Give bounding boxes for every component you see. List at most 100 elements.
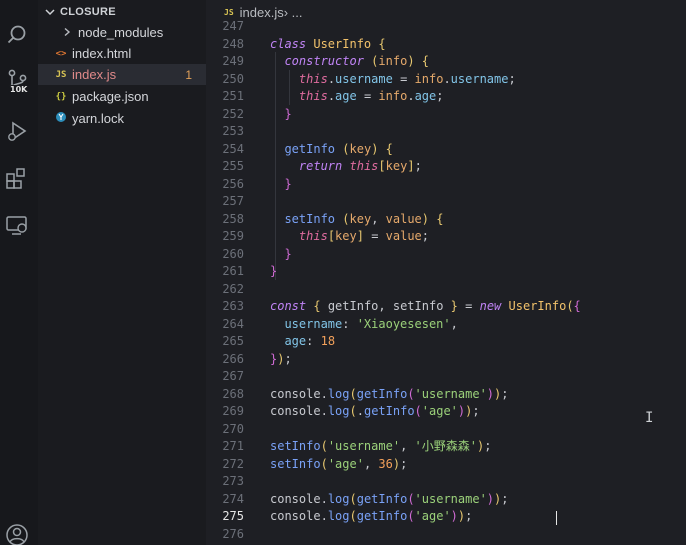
mouse-ibeam-cursor: I: [645, 410, 654, 426]
code-line[interactable]: 261}: [206, 263, 686, 281]
json-file-icon: {}: [55, 91, 67, 102]
code-line[interactable]: 265 age: 18: [206, 333, 686, 351]
line-text: console.log(getInfo('username'));: [270, 491, 509, 506]
yarn-icon: [54, 111, 68, 126]
code-editor[interactable]: JS index.js › ... 247 248 class UserInfo {…: [206, 0, 686, 545]
line-text: setInfo (key, value) {: [284, 211, 444, 226]
tree-item-yarn-lock[interactable]: yarn.lock: [38, 108, 206, 129]
tree-item-label: package.json: [72, 89, 149, 104]
line-number: 273: [222, 474, 244, 488]
line-number: 268: [222, 386, 244, 401]
vscode-window: 10K CLOSURE node_modules <> index.html J…: [0, 0, 686, 545]
html-file-icon: <>: [55, 48, 67, 59]
text-cursor: [556, 511, 557, 525]
line-number: 257: [222, 194, 244, 208]
code-line[interactable]: 275 console.log(getInfo('age'));: [206, 508, 686, 526]
line-number: 252: [222, 106, 244, 121]
line-text: this.age = info.age;: [298, 89, 444, 103]
code-line[interactable]: 276: [206, 526, 686, 544]
line-number: 274: [222, 491, 244, 506]
explorer-sidebar: CLOSURE node_modules <> index.html JS in…: [38, 0, 206, 545]
line-number: 265: [222, 334, 244, 348]
chevron-right-icon: [60, 26, 74, 40]
line-number: 254: [222, 141, 244, 156]
line-text: }: [284, 106, 292, 121]
line-text: }: [270, 264, 278, 278]
line-text: });: [270, 351, 292, 366]
line-number: 264: [222, 316, 244, 331]
line-text: const { getInfo, setInfo } = new UserInf…: [270, 299, 581, 313]
code-line[interactable]: 260 }: [206, 246, 686, 264]
code-line[interactable]: 255 return this[key];: [206, 158, 686, 176]
line-text: this.username = info.username;: [298, 71, 516, 86]
explorer-section-title: CLOSURE: [60, 6, 116, 18]
code-line[interactable]: 263 const { getInfo, setInfo } = new User…: [206, 298, 686, 316]
tree-item-index-html[interactable]: <> index.html: [38, 43, 206, 64]
code-line[interactable]: 256 }: [206, 176, 686, 194]
line-number: 267: [222, 369, 244, 383]
code-line[interactable]: 271 setInfo('username', '小野森森');: [206, 438, 686, 456]
explorer-section-header[interactable]: CLOSURE: [44, 4, 116, 20]
line-number: 255: [222, 159, 244, 173]
line-text: setInfo('age', 36);: [270, 456, 408, 471]
problem-count-badge: 1: [185, 67, 192, 82]
line-text: }: [284, 176, 292, 191]
line-text: console.log(.getInfo('age'));: [270, 404, 480, 418]
code-line[interactable]: 252 }: [206, 106, 686, 124]
code-line[interactable]: 248 class UserInfo {: [206, 36, 686, 54]
line-text: getInfo (key) {: [284, 141, 393, 156]
tree-item-node-modules[interactable]: node_modules: [38, 22, 206, 43]
code-line[interactable]: 251 this.age = info.age;: [206, 88, 686, 106]
code-line[interactable]: 250 this.username = info.username;: [206, 71, 686, 89]
line-number: 275: [222, 509, 244, 523]
code-line[interactable]: 247: [206, 18, 686, 36]
line-number: 247: [222, 19, 244, 33]
line-text: this[key] = value;: [298, 229, 430, 243]
code-line[interactable]: 266});: [206, 351, 686, 369]
code-lines[interactable]: 247 248 class UserInfo { 249 constructor (i…: [206, 18, 686, 543]
code-line[interactable]: 268 console.log(getInfo('username'));: [206, 386, 686, 404]
line-number: 256: [222, 176, 244, 191]
code-line[interactable]: 262: [206, 281, 686, 299]
code-line[interactable]: 258 setInfo (key, value) {: [206, 211, 686, 229]
account-icon[interactable]: [4, 522, 30, 545]
js-file-icon: JS: [55, 69, 67, 80]
line-number: 251: [222, 89, 244, 103]
line-number: 249: [222, 54, 244, 68]
line-number: 271: [222, 439, 244, 453]
line-text: class UserInfo {: [270, 36, 386, 51]
line-text: age: 18: [284, 334, 336, 348]
code-line[interactable]: 269 console.log(.getInfo('age'));: [206, 403, 686, 421]
tree-item-package-json[interactable]: {} package.json: [38, 86, 206, 107]
code-line[interactable]: 272 setInfo('age', 36);: [206, 456, 686, 474]
line-text: username: 'Xiaoyesesen',: [284, 316, 458, 331]
code-line[interactable]: 270: [206, 421, 686, 439]
line-number: 276: [222, 526, 244, 541]
line-number: 259: [222, 229, 244, 243]
code-line[interactable]: 274 console.log(getInfo('username'));: [206, 491, 686, 509]
code-line[interactable]: 267: [206, 368, 686, 386]
line-text: console.log(getInfo('username'));: [270, 386, 509, 401]
tree-item-label: index.html: [72, 46, 132, 61]
line-number: 250: [222, 71, 244, 86]
code-line[interactable]: 254 getInfo (key) {: [206, 141, 686, 159]
line-number: 248: [222, 36, 244, 51]
line-number: 258: [222, 211, 244, 226]
extensions-icon[interactable]: [4, 165, 30, 191]
run-debug-icon[interactable]: [4, 118, 30, 144]
line-number: 269: [222, 404, 244, 418]
line-text: constructor (info) {: [284, 54, 430, 68]
remote-explorer-icon[interactable]: [4, 212, 30, 238]
search-icon[interactable]: [4, 22, 30, 48]
code-line[interactable]: 257: [206, 193, 686, 211]
code-line[interactable]: 264 username: 'Xiaoyesesen',: [206, 316, 686, 334]
activity-bar: 10K: [0, 0, 38, 545]
chevron-down-icon: [45, 9, 55, 16]
code-line[interactable]: 253: [206, 123, 686, 141]
line-number: 261: [222, 264, 244, 278]
code-line[interactable]: 249 constructor (info) {: [206, 53, 686, 71]
tree-item-index-js[interactable]: JS index.js 1: [38, 64, 206, 85]
code-line[interactable]: 273: [206, 473, 686, 491]
source-control-badge: 10K: [8, 85, 30, 94]
code-line[interactable]: 259 this[key] = value;: [206, 228, 686, 246]
